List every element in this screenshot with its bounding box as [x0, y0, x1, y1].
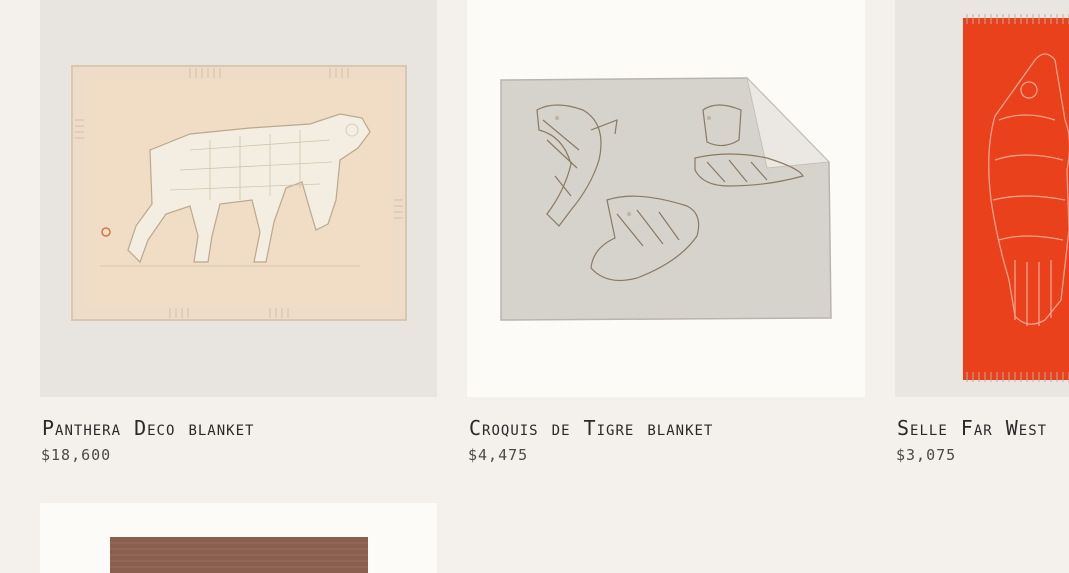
product-price: $3,075 [896, 446, 957, 464]
product-image-croquis-de-tigre[interactable] [467, 0, 865, 397]
product-price: $4,475 [468, 446, 529, 464]
product-image-4[interactable] [40, 503, 437, 573]
product-card-selle-far-west[interactable]: Selle Far West $3,075 [895, 0, 1069, 465]
brown-blanket-illustration [110, 537, 368, 573]
product-name[interactable]: Selle Far West [897, 415, 1069, 441]
product-image-panthera-deco[interactable] [40, 0, 437, 397]
tigre-blanket-illustration [500, 76, 832, 321]
product-card-croquis-de-tigre[interactable]: Croquis de Tigre blanket $4,475 [467, 0, 865, 465]
selle-blanket-illustration [963, 14, 1069, 382]
product-name[interactable]: Panthera Deco blanket [42, 415, 437, 441]
product-name[interactable]: Croquis de Tigre blanket [469, 415, 865, 441]
product-image-selle-far-west[interactable] [895, 0, 1069, 397]
product-card-4[interactable] [40, 503, 437, 573]
product-price: $18,600 [41, 446, 112, 464]
panthera-blanket-illustration [71, 65, 407, 321]
product-card-panthera-deco[interactable]: Panthera Deco blanket $18,600 [40, 0, 437, 465]
